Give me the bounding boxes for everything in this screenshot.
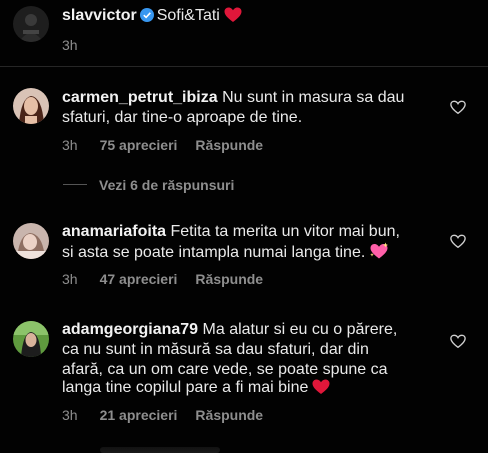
replies-dash [63,184,87,185]
next-comment-preview [100,447,220,453]
comment-text: carmen_petrut_ibiza Nu sunt in masura sa… [62,88,404,108]
likes-count[interactable]: 47 aprecieri [100,271,178,287]
comment-line: afară, ca un om care vede, se poate spun… [62,361,388,378]
reply-button[interactable]: Răspunde [195,407,263,423]
comment-meta: 3h 75 aprecieri Răspunde [62,136,263,154]
comment-time: 3h [62,271,78,287]
caption-time: 3h [62,36,78,54]
verified-badge-icon [139,8,154,28]
reply-button[interactable]: Răspunde [195,137,263,153]
comment-time: 3h [62,407,78,423]
view-replies-button[interactable]: Vezi 6 de răspunsuri [63,177,234,193]
comment-line-wrapper: langa tine copilul pare a fi mai bine [62,378,330,401]
comment-line: Fetita ta merita un vitor mai bun, [170,223,400,240]
comment-line: si asta se poate intampla numai langa ti… [62,244,366,261]
comment-line: Nu sunt in masura sa dau [222,89,405,106]
comment-text: adamgeorgiana79 Ma alatur si eu cu o păr… [62,320,397,340]
like-heart-icon[interactable] [450,234,468,252]
view-replies-label: Vezi 6 de răspunsuri [99,177,235,193]
comment-time: 3h [62,137,78,153]
comment-line-wrapper: si asta se poate intampla numai langa ti… [62,242,389,266]
comment-username[interactable]: carmen_petrut_ibiza [62,89,218,106]
likes-count[interactable]: 21 aprecieri [100,407,178,423]
comment-line: langa tine copilul pare a fi mai bine [62,379,309,396]
sparkling-heart-icon [369,242,389,266]
reply-button[interactable]: Răspunde [195,271,263,287]
caption-body: Sofi&Tati [156,7,220,24]
comment-line: ca nu sunt in măsură sa dau sfaturi, dar… [62,341,369,358]
caption-divider [0,66,488,67]
comment-line: Ma alatur si eu cu o părere, [202,321,398,338]
caption-username[interactable]: slavvictor [62,7,137,24]
comment-meta: 3h 47 aprecieri Răspunde [62,270,263,288]
likes-count[interactable]: 75 aprecieri [100,137,178,153]
caption-timestamp: 3h [62,37,78,53]
comment-meta: 3h 21 aprecieri Răspunde [62,406,263,424]
red-heart-icon [224,7,242,29]
commenter-avatar[interactable] [13,88,49,124]
caption-avatar[interactable] [13,6,49,42]
comment-text: anamariafoita Fetita ta merita un vitor … [62,222,400,242]
comment-username[interactable]: anamariafoita [62,223,166,240]
comment-username[interactable]: adamgeorgiana79 [62,321,198,338]
commenter-avatar[interactable] [13,223,49,259]
red-heart-icon [312,379,330,401]
caption-text: slavvictor Sofi&Tati [62,6,242,29]
like-heart-icon[interactable] [450,100,468,118]
like-heart-icon[interactable] [450,334,468,352]
commenter-avatar[interactable] [13,321,49,357]
comments-screen: slavvictor Sofi&Tati 3h carmen_petrut_ibi… [0,0,488,453]
comment-line: sfaturi, dar tine-o aproape de tine. [62,109,303,126]
